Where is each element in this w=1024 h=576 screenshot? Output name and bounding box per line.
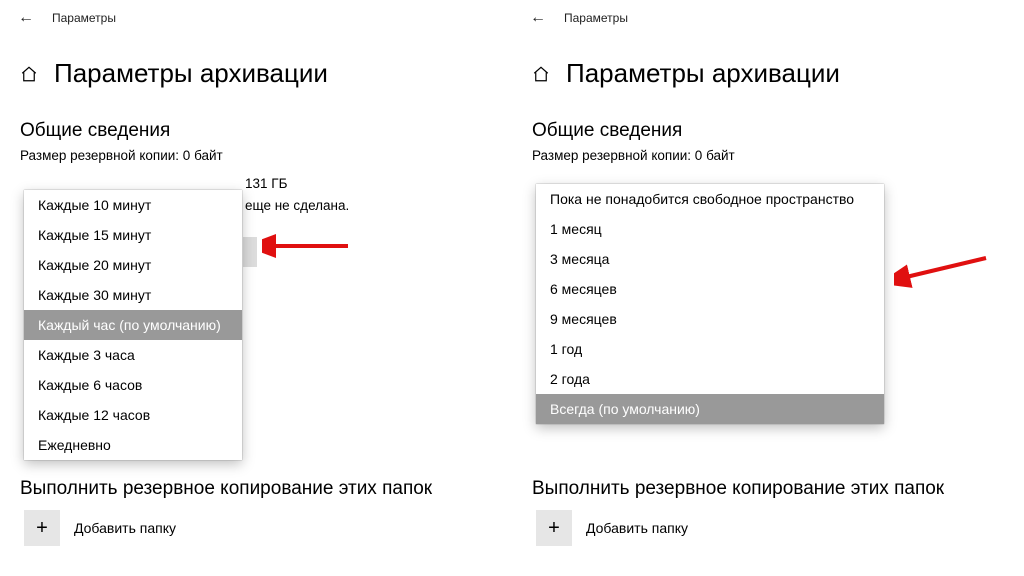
- keep-backups-dropdown[interactable]: Пока не понадобится свободное пространст…: [536, 184, 884, 424]
- topbar: ← Параметры: [530, 10, 628, 26]
- frequency-option[interactable]: Каждый час (по умолчанию): [24, 310, 242, 340]
- settings-pane-left: ← Параметры Параметры архивации Общие св…: [0, 0, 512, 576]
- settings-pane-right: ← Параметры Параметры архивации Общие св…: [512, 0, 1024, 576]
- add-folder-row[interactable]: + Добавить папку: [536, 510, 688, 546]
- page-title: Параметры архивации: [54, 58, 328, 89]
- plus-icon: +: [548, 517, 560, 540]
- window-label: Параметры: [52, 11, 116, 25]
- frequency-option[interactable]: Каждые 3 часа: [24, 340, 242, 370]
- plus-icon: +: [36, 517, 48, 540]
- backup-size-line: Размер резервной копии: 0 байт: [20, 148, 223, 163]
- overview-header: Общие сведения: [20, 120, 170, 142]
- home-icon[interactable]: [532, 65, 550, 83]
- window-label: Параметры: [564, 11, 628, 25]
- folders-header: Выполнить резервное копирование этих пап…: [532, 478, 944, 500]
- home-icon[interactable]: [20, 65, 38, 83]
- frequency-option[interactable]: Ежедневно: [24, 430, 242, 460]
- heading-row: Параметры архивации: [20, 58, 328, 89]
- backup-frequency-dropdown[interactable]: Каждые 10 минутКаждые 15 минутКаждые 20 …: [24, 190, 242, 460]
- keep-duration-option[interactable]: Всегда (по умолчанию): [536, 394, 884, 424]
- add-folder-label: Добавить папку: [74, 520, 176, 536]
- frequency-option[interactable]: Каждые 6 часов: [24, 370, 242, 400]
- back-arrow-icon[interactable]: ←: [530, 10, 546, 26]
- keep-duration-option[interactable]: 6 месяцев: [536, 274, 884, 304]
- keep-duration-option[interactable]: 2 года: [536, 364, 884, 394]
- annotation-arrow-icon: [894, 252, 990, 292]
- frequency-option[interactable]: Каждые 15 минут: [24, 220, 242, 250]
- heading-row: Параметры архивации: [532, 58, 840, 89]
- annotation-arrow-icon: [262, 232, 352, 262]
- add-folder-label: Добавить папку: [586, 520, 688, 536]
- select-remnant[interactable]: [243, 237, 257, 267]
- page-title: Параметры архивации: [566, 58, 840, 89]
- overview-header: Общие сведения: [532, 120, 682, 142]
- last-backup-fragment: еще не сделана.: [245, 198, 349, 213]
- keep-duration-option[interactable]: 1 месяц: [536, 214, 884, 244]
- add-folder-button[interactable]: +: [24, 510, 60, 546]
- keep-duration-option[interactable]: 3 месяца: [536, 244, 884, 274]
- back-arrow-icon[interactable]: ←: [18, 10, 34, 26]
- frequency-option[interactable]: Каждые 20 минут: [24, 250, 242, 280]
- frequency-option[interactable]: Каждые 10 минут: [24, 190, 242, 220]
- backup-size-line: Размер резервной копии: 0 байт: [532, 148, 735, 163]
- keep-duration-option[interactable]: 9 месяцев: [536, 304, 884, 334]
- keep-duration-option[interactable]: 1 год: [536, 334, 884, 364]
- topbar: ← Параметры: [18, 10, 116, 26]
- add-folder-button[interactable]: +: [536, 510, 572, 546]
- frequency-option[interactable]: Каждые 12 часов: [24, 400, 242, 430]
- frequency-option[interactable]: Каждые 30 минут: [24, 280, 242, 310]
- drive-space-fragment: 131 ГБ: [245, 176, 287, 191]
- folders-header: Выполнить резервное копирование этих пап…: [20, 478, 432, 500]
- add-folder-row[interactable]: + Добавить папку: [24, 510, 176, 546]
- keep-duration-option[interactable]: Пока не понадобится свободное пространст…: [536, 184, 884, 214]
